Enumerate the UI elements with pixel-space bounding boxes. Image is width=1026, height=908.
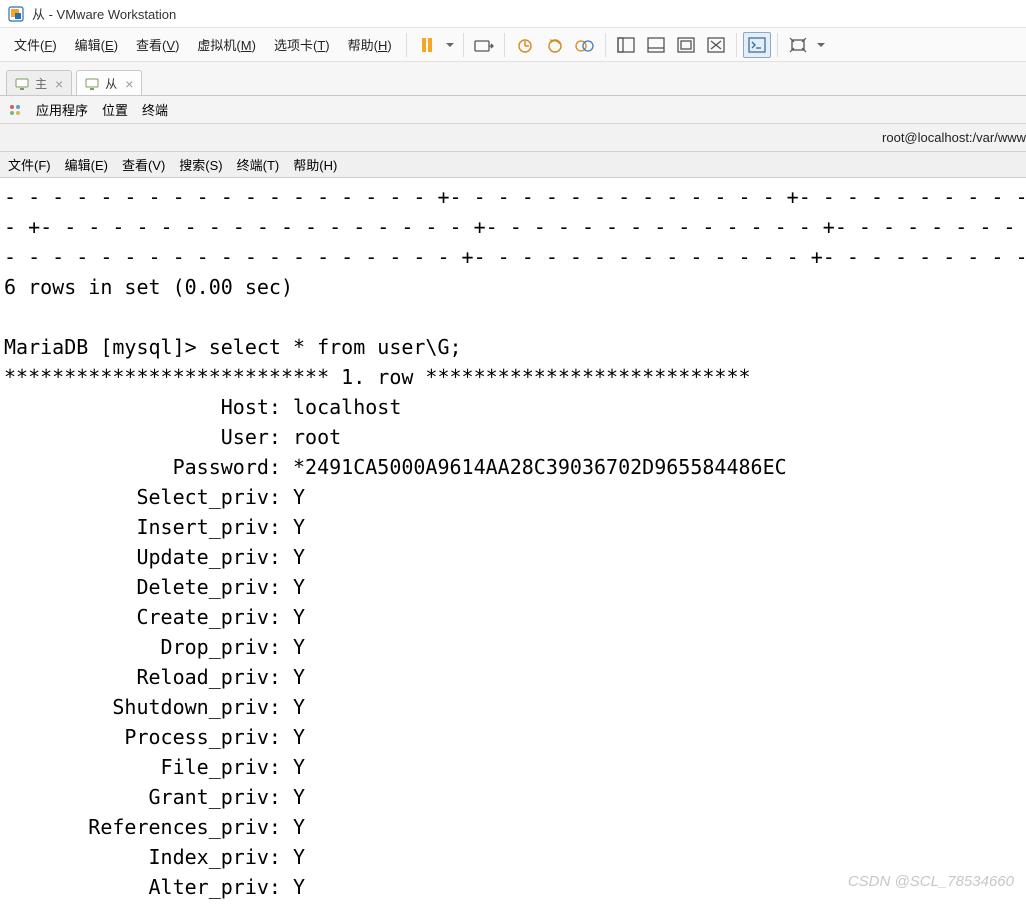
path-text: root@localhost:/var/www [882, 130, 1026, 145]
vmware-logo-icon [8, 6, 24, 22]
toolbar-separator [736, 33, 737, 57]
window-titlebar: 从 - VMware Workstation [0, 0, 1026, 28]
close-icon[interactable]: × [55, 77, 63, 91]
chevron-down-icon [446, 43, 454, 47]
apps-icon [8, 103, 22, 117]
tab-master[interactable]: 主 × [6, 70, 72, 95]
tmenu-file[interactable]: 文件(F) [8, 155, 51, 174]
snapshot-revert-button[interactable] [541, 32, 569, 58]
tab-label: 从 [105, 75, 117, 92]
toolbar-separator [504, 33, 505, 57]
tmenu-edit[interactable]: 编辑(E) [65, 155, 108, 174]
main-menubar: 文件(F) 编辑(E) 查看(V) 虚拟机(M) 选项卡(T) 帮助(H) [0, 28, 1026, 62]
view-split-button[interactable] [642, 32, 670, 58]
close-icon[interactable]: × [125, 77, 133, 91]
guest-pathbar: root@localhost:/var/www [0, 124, 1026, 152]
pause-dropdown[interactable] [443, 43, 457, 47]
view-unity-button[interactable] [672, 32, 700, 58]
toolbar-separator [605, 33, 606, 57]
chevron-down-icon [817, 43, 825, 47]
terminal-output[interactable]: - - - - - - - - - - - - - - - - - - +- -… [0, 178, 1026, 906]
menu-file[interactable]: 文件(F) [6, 32, 65, 57]
monitor-icon [85, 77, 99, 91]
tmenu-help[interactable]: 帮助(H) [293, 155, 337, 174]
snapshot-take-button[interactable] [511, 32, 539, 58]
window-title: 从 - VMware Workstation [32, 4, 176, 23]
guest-menu-places[interactable]: 位置 [102, 100, 128, 119]
menu-vm[interactable]: 虚拟机(M) [189, 32, 264, 57]
monitor-icon [15, 77, 29, 91]
toolbar-separator [463, 33, 464, 57]
pause-button[interactable] [413, 32, 441, 58]
send-keys-button[interactable] [470, 32, 498, 58]
menu-edit[interactable]: 编辑(E) [67, 32, 126, 57]
toolbar-separator [406, 33, 407, 57]
tab-slave[interactable]: 从 × [76, 70, 142, 95]
view-fullscreen-button[interactable] [702, 32, 730, 58]
toolbar-separator [777, 33, 778, 57]
stretch-dropdown[interactable] [814, 43, 828, 47]
menu-tabs[interactable]: 选项卡(T) [266, 32, 338, 57]
snapshot-manage-button[interactable] [571, 32, 599, 58]
tmenu-terminal[interactable]: 终端(T) [237, 155, 280, 174]
guest-menu-apps[interactable]: 应用程序 [36, 100, 88, 119]
guest-topbar: 应用程序 位置 终端 [0, 96, 1026, 124]
view-single-button[interactable] [612, 32, 640, 58]
tmenu-view[interactable]: 查看(V) [122, 155, 165, 174]
guest-menu-terminal[interactable]: 终端 [142, 100, 168, 119]
vm-tabstrip: 主 × 从 × [0, 62, 1026, 96]
menu-view[interactable]: 查看(V) [128, 32, 187, 57]
stretch-button[interactable] [784, 32, 812, 58]
tab-label: 主 [35, 75, 47, 92]
console-view-button[interactable] [743, 32, 771, 58]
menu-help[interactable]: 帮助(H) [340, 32, 400, 57]
tmenu-search[interactable]: 搜索(S) [179, 155, 222, 174]
terminal-menubar: 文件(F) 编辑(E) 查看(V) 搜索(S) 终端(T) 帮助(H) [0, 152, 1026, 178]
